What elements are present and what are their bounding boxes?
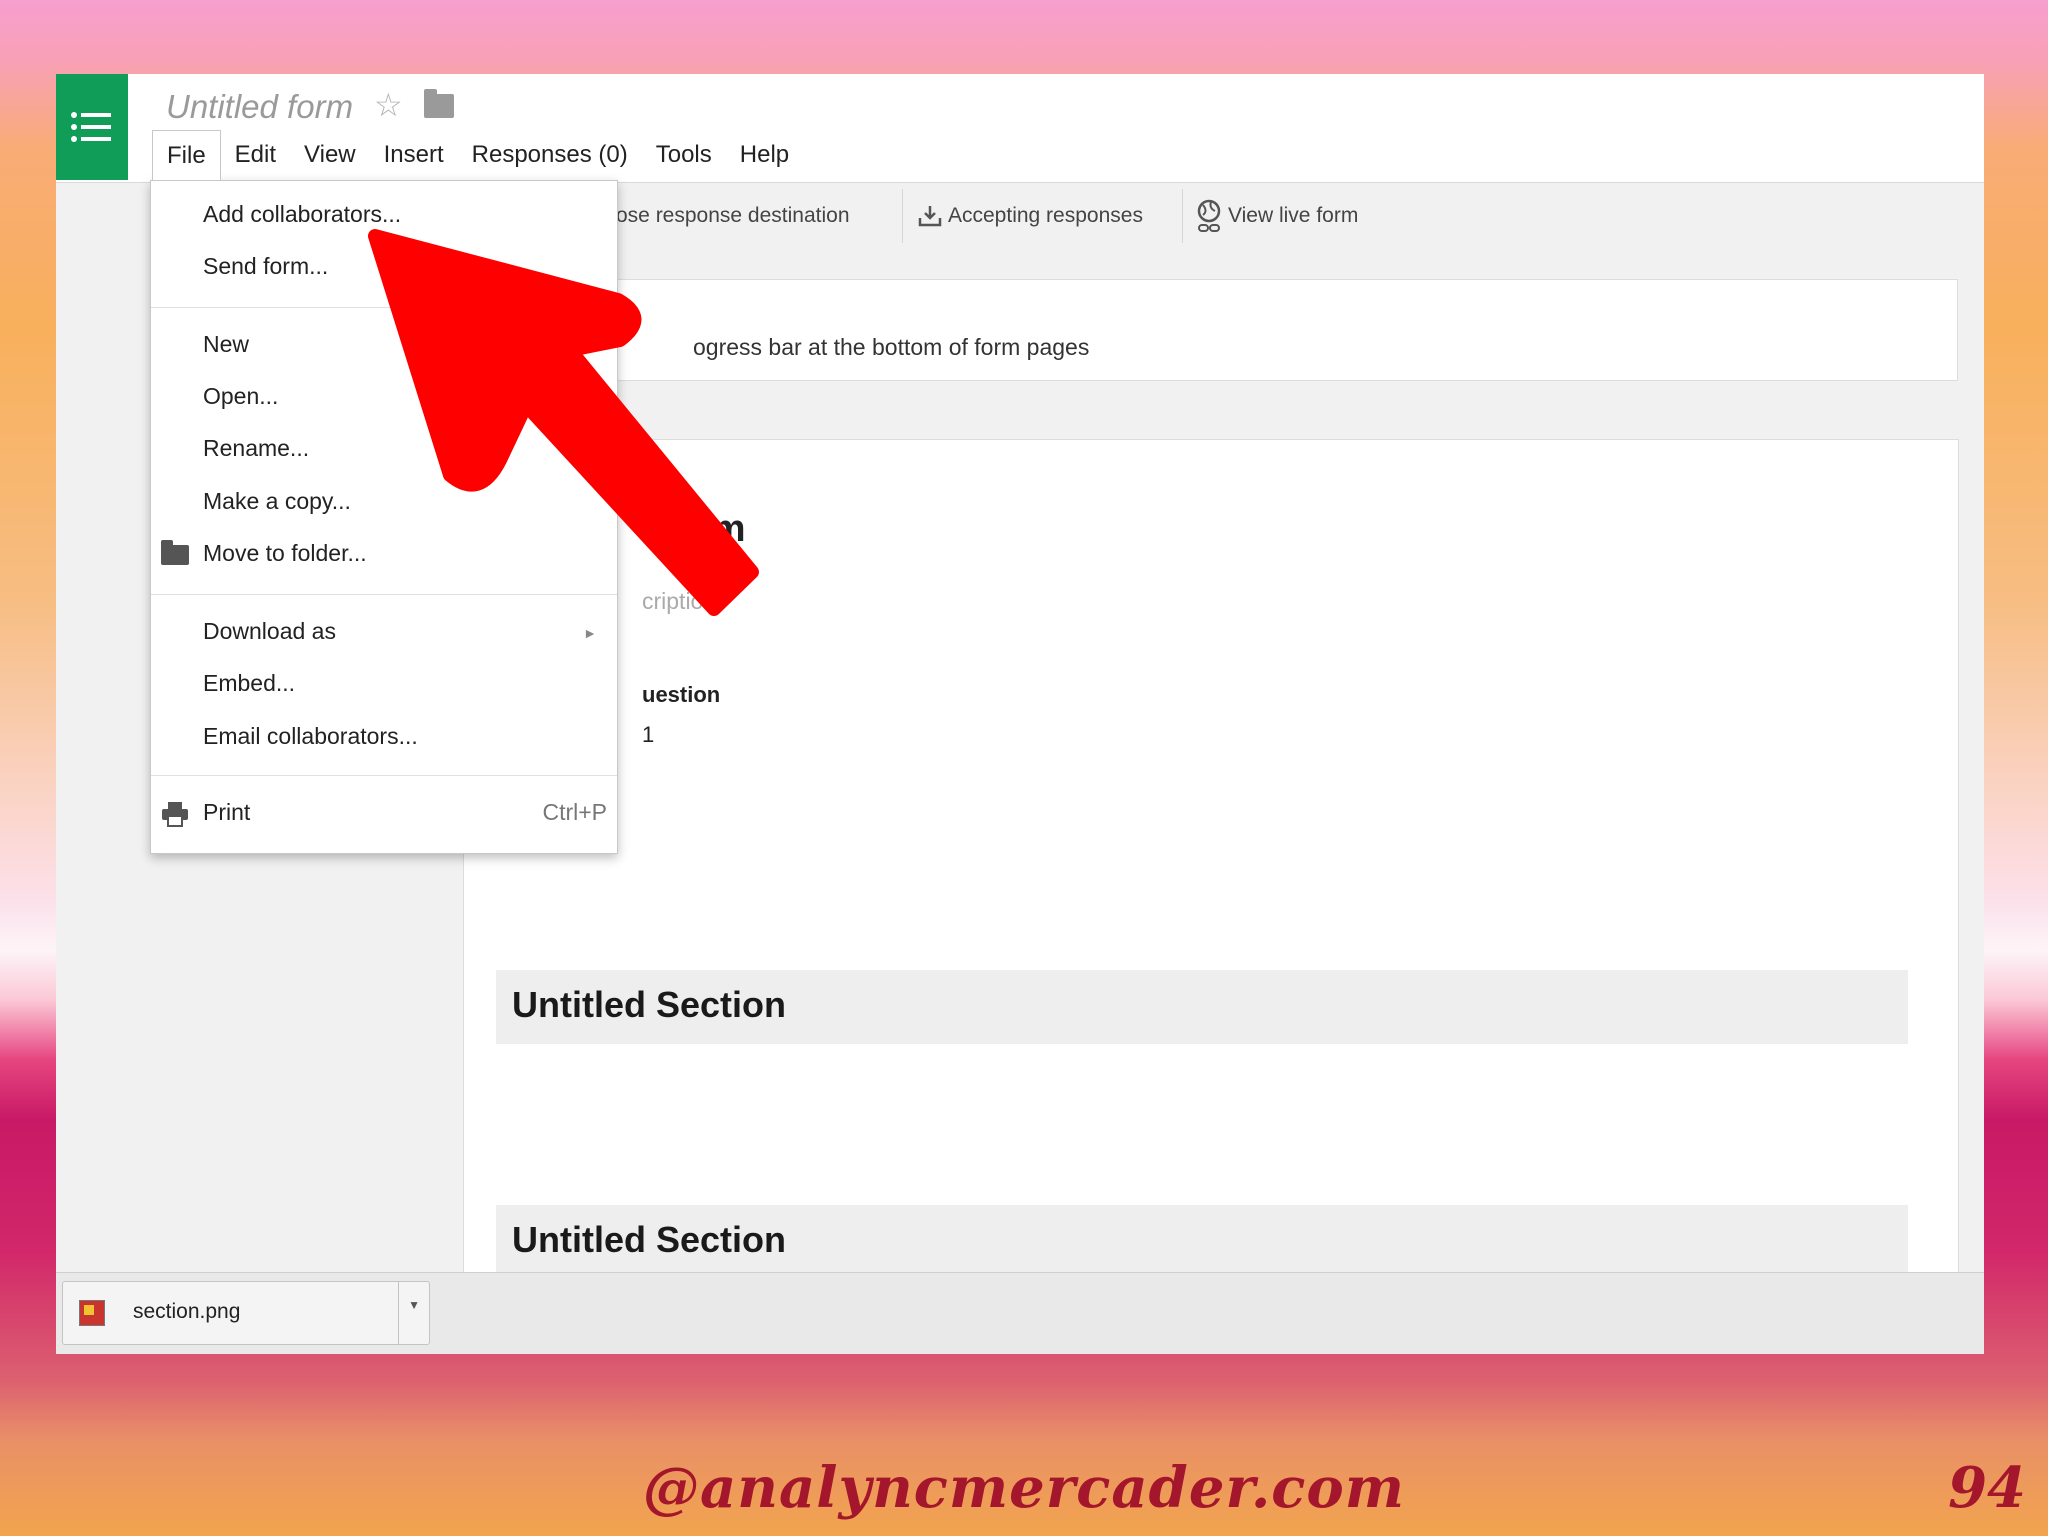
menu-help[interactable]: Help — [726, 130, 803, 180]
form-title[interactable]: e orm — [642, 508, 745, 551]
menu-item-new[interactable]: New — [203, 331, 249, 358]
menu-item-open[interactable]: Open... — [203, 383, 278, 410]
menu-divider — [151, 594, 617, 595]
toolbar-divider — [902, 189, 903, 243]
open-shortcut: +O — [575, 383, 607, 409]
download-file-name: section.png — [133, 1300, 241, 1323]
accepting-responses-button[interactable]: Accepting responses — [918, 183, 1143, 249]
menu-item-rename[interactable]: Rename... — [203, 435, 309, 462]
section-title: Untitled Section — [512, 984, 787, 1025]
section-title: Untitled Section — [512, 1219, 787, 1260]
accepting-responses-label: Accepting responses — [948, 204, 1143, 227]
menu-item-download-as[interactable]: Download as — [203, 618, 336, 645]
section-header[interactable]: Untitled Section — [496, 970, 1908, 1044]
menu-edit[interactable]: Edit — [221, 130, 290, 180]
menu-view[interactable]: View — [290, 130, 370, 180]
print-shortcut: Ctrl+P — [542, 799, 607, 825]
menu-file[interactable]: File — [152, 130, 221, 180]
menu-responses[interactable]: Responses (0) — [458, 130, 642, 180]
form-description[interactable]: cription — [642, 588, 716, 615]
menu-divider — [151, 775, 617, 776]
forms-logo-icon[interactable] — [56, 74, 128, 180]
app-window: Untitled form ☆ File Edit View Insert Re… — [56, 74, 1984, 1354]
form-settings-card: ogress bar at the bottom of form pages — [596, 279, 1958, 381]
download-item[interactable]: section.png ▼ — [62, 1281, 430, 1345]
menu-item-add-collaborators[interactable]: Add collaborators... — [203, 201, 401, 228]
section-header[interactable]: Untitled Section — [496, 1205, 1908, 1279]
question-number: 1 — [642, 722, 655, 747]
star-icon[interactable]: ☆ — [374, 86, 403, 124]
menu-tools[interactable]: Tools — [642, 130, 726, 180]
menu-item-make-copy[interactable]: Make a copy... — [203, 488, 351, 515]
menu-bar: File Edit View Insert Responses (0) Tool… — [152, 130, 803, 180]
menu-item-send-form[interactable]: Send form... — [203, 253, 328, 280]
menu-item-embed[interactable]: Embed... — [203, 670, 295, 697]
chip-divider — [398, 1282, 399, 1344]
dropdown-arrow-icon[interactable]: ▼ — [408, 1298, 420, 1312]
toolbar-divider — [1182, 189, 1183, 243]
progress-bar-setting[interactable]: ogress bar at the bottom of form pages — [693, 334, 1089, 361]
menu-item-email-collaborators[interactable]: Email collaborators... — [203, 723, 418, 750]
question-label[interactable]: uestion — [642, 682, 720, 708]
footer-credit: @analyncmercader.com — [642, 1455, 1406, 1521]
globe-link-icon — [1197, 200, 1221, 233]
choose-response-destination-button[interactable]: ose response destination — [616, 183, 850, 249]
folder-icon[interactable] — [424, 89, 454, 118]
download-tray-icon — [918, 206, 942, 227]
page-number: 94 — [1948, 1455, 2026, 1521]
document-title[interactable]: Untitled form — [166, 88, 353, 126]
submenu-arrow-icon: ► — [583, 625, 597, 641]
menu-insert[interactable]: Insert — [370, 130, 458, 180]
view-live-form-label: View live form — [1228, 204, 1359, 227]
menu-item-print[interactable]: Print — [203, 799, 250, 826]
image-file-icon — [79, 1300, 105, 1326]
menu-divider — [151, 307, 617, 308]
file-menu-dropdown: Add collaborators... Send form... New Op… — [150, 180, 618, 854]
printer-icon — [162, 802, 188, 827]
menu-item-move-to-folder[interactable]: Move to folder... — [203, 540, 367, 567]
form-card: e orm cription uestion 1 Untitled Sectio… — [463, 439, 1959, 1354]
download-bar: section.png ▼ — [56, 1272, 1984, 1354]
folder-icon — [161, 540, 189, 565]
view-live-form-button[interactable]: View live form — [1196, 183, 1358, 249]
